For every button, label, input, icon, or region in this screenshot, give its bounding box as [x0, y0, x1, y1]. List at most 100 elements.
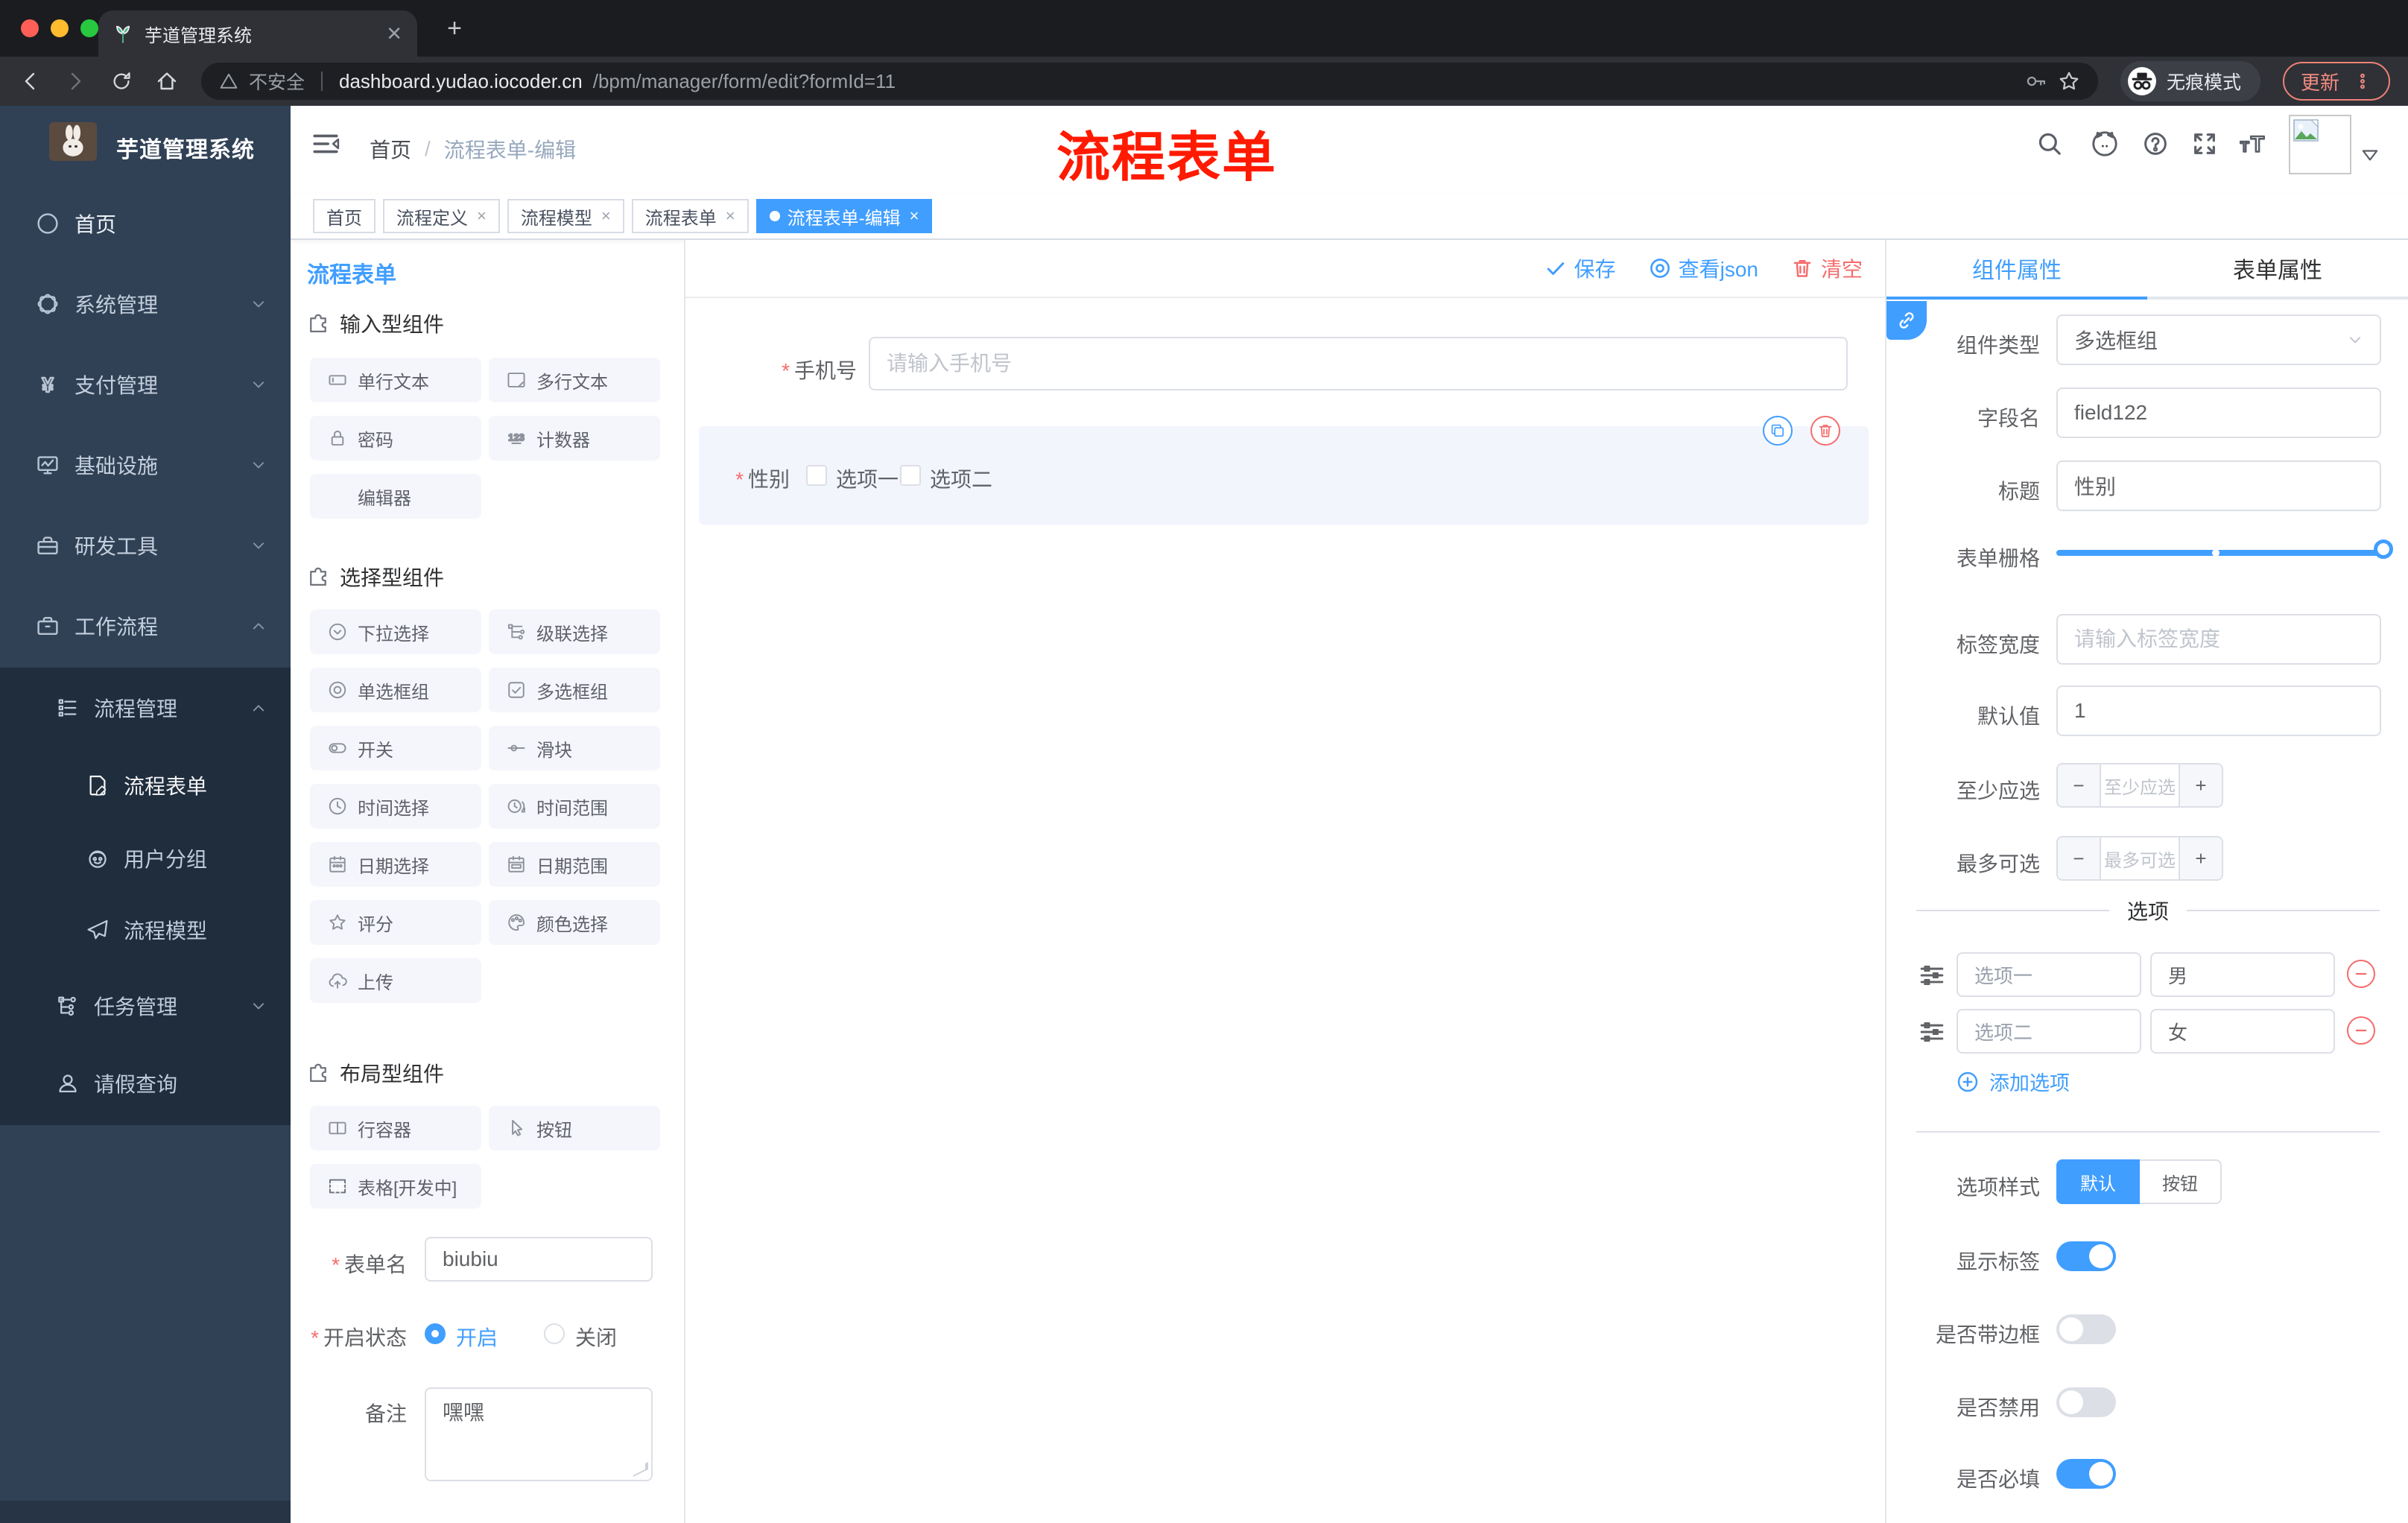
bookmark-star-icon[interactable] — [2058, 70, 2080, 92]
field-name-input[interactable] — [2056, 387, 2381, 438]
option1-value-input[interactable] — [2150, 952, 2335, 997]
sidebar-item-process-model[interactable]: 流程模型 — [0, 894, 291, 966]
sidebar-item-workflow[interactable]: 工作流程 — [0, 586, 291, 666]
tag-process-definition[interactable]: 流程定义 × — [383, 199, 500, 233]
sidebar-item-home[interactable]: 首页 — [0, 183, 291, 264]
address-bar[interactable]: 不安全 dashboard.yudao.iocoder.cn/bpm/manag… — [201, 63, 2098, 100]
browser-menu-dots-icon[interactable] — [2353, 72, 2372, 91]
palette-item-switch[interactable]: 开关 — [310, 726, 481, 770]
status-off-label[interactable]: 关闭 — [575, 1322, 617, 1352]
github-icon[interactable] — [2091, 130, 2119, 158]
help-icon[interactable] — [2143, 131, 2168, 156]
password-key-icon[interactable] — [2025, 70, 2047, 92]
back-icon[interactable] — [18, 69, 42, 93]
required-toggle[interactable] — [2056, 1459, 2116, 1489]
status-on-label[interactable]: 开启 — [456, 1322, 498, 1352]
sidebar-collapse-icon[interactable] — [311, 131, 340, 156]
browser-tab[interactable]: 芋道管理系统 ✕ — [98, 10, 417, 57]
palette-item-upload[interactable]: 上传 — [310, 958, 481, 1003]
window-controls[interactable] — [21, 19, 98, 37]
avatar-caret-icon[interactable] — [2362, 149, 2378, 161]
tag-close-icon[interactable]: × — [910, 206, 919, 226]
reload-icon[interactable] — [110, 70, 133, 92]
breadcrumb-home[interactable]: 首页 — [370, 134, 411, 164]
tab-form-props[interactable]: 表单属性 — [2147, 240, 2408, 297]
font-size-icon[interactable] — [2238, 131, 2268, 156]
forward-icon[interactable] — [64, 69, 88, 93]
maximize-window-button[interactable] — [80, 19, 98, 37]
remove-option1-button[interactable] — [2347, 960, 2375, 988]
option2-label-input[interactable] — [1956, 1009, 2141, 1054]
palette-item-cascader[interactable]: 级联选择 — [489, 609, 660, 654]
palette-item-date-range[interactable]: 日期范围 — [489, 842, 660, 887]
fullscreen-icon[interactable] — [2192, 131, 2217, 156]
sidebar-item-user-group[interactable]: 用户分组 — [0, 823, 291, 894]
palette-item-password[interactable]: 密码 — [310, 416, 481, 460]
home-icon[interactable] — [155, 69, 179, 93]
style-default-button[interactable]: 默认 — [2056, 1159, 2140, 1204]
drag-handle-icon[interactable] — [1919, 963, 1945, 988]
palette-item-button[interactable]: 按钮 — [489, 1106, 660, 1150]
tab-close-icon[interactable]: ✕ — [386, 22, 402, 45]
component-type-select[interactable]: 多选框组 — [2056, 314, 2381, 365]
clear-button[interactable]: 清空 — [1791, 253, 1863, 283]
gender-option1-label[interactable]: 选项一 — [836, 463, 899, 493]
style-button-button[interactable]: 按钮 — [2140, 1159, 2222, 1204]
palette-item-checkbox-group[interactable]: 多选框组 — [489, 668, 660, 712]
phone-field-input[interactable] — [869, 337, 1848, 390]
avatar[interactable] — [2289, 115, 2351, 174]
sidebar-item-process-form[interactable]: 流程表单 — [0, 750, 291, 821]
tag-process-form-edit[interactable]: 流程表单-编辑 × — [755, 199, 933, 233]
stepper-minus-button[interactable]: − — [2058, 838, 2100, 879]
sidebar-item-devtools[interactable]: 研发工具 — [0, 505, 291, 586]
form-remark-textarea[interactable]: 嘿嘿 — [425, 1387, 653, 1481]
minimize-window-button[interactable] — [51, 19, 69, 37]
gender-option2-checkbox[interactable] — [900, 465, 921, 486]
sidebar-item-task-manage[interactable]: 任务管理 — [0, 970, 291, 1042]
status-off-radio[interactable] — [544, 1323, 565, 1344]
sidebar-item-infra[interactable]: 基础设施 — [0, 425, 291, 505]
remove-option2-button[interactable] — [2347, 1016, 2375, 1045]
palette-item-textarea[interactable]: 多行文本 — [489, 358, 660, 402]
drag-handle-icon[interactable] — [1919, 1019, 1945, 1045]
palette-item-color-picker[interactable]: 颜色选择 — [489, 900, 660, 945]
delete-component-button[interactable] — [1810, 416, 1840, 446]
palette-item-text-input[interactable]: 单行文本 — [310, 358, 481, 402]
sidebar-item-system[interactable]: 系统管理 — [0, 264, 291, 344]
palette-item-table[interactable]: 表格[开发中] — [310, 1164, 481, 1209]
status-on-radio[interactable] — [425, 1323, 446, 1344]
tag-close-icon[interactable]: × — [726, 206, 735, 226]
palette-item-slider[interactable]: 滑块 — [489, 726, 660, 770]
option2-value-input[interactable] — [2150, 1009, 2335, 1054]
sidebar-item-leave-query[interactable]: 请假查询 — [0, 1048, 291, 1119]
palette-item-counter[interactable]: 计数器 — [489, 416, 660, 460]
save-button[interactable]: 保存 — [1544, 253, 1616, 283]
gender-option2-label[interactable]: 选项二 — [930, 463, 992, 493]
search-icon[interactable] — [2037, 131, 2062, 156]
tag-process-form[interactable]: 流程表单 × — [631, 199, 749, 233]
form-grid-slider[interactable] — [2056, 539, 2393, 559]
tag-close-icon[interactable]: × — [601, 206, 611, 226]
label-width-input[interactable] — [2056, 614, 2381, 665]
stepper-plus-button[interactable]: + — [2180, 764, 2222, 806]
palette-item-rate[interactable]: 评分 — [310, 900, 481, 945]
copy-component-button[interactable] — [1763, 416, 1793, 446]
palette-item-editor[interactable]: 编辑器 — [310, 474, 481, 519]
form-name-input[interactable] — [425, 1237, 653, 1282]
new-tab-button[interactable]: + — [438, 12, 471, 45]
option1-label-input[interactable] — [1956, 952, 2141, 997]
tag-process-model[interactable]: 流程模型 × — [507, 199, 624, 233]
browser-update-button[interactable]: 更新 — [2282, 62, 2390, 101]
stepper-plus-button[interactable]: + — [2180, 838, 2222, 879]
palette-item-date-picker[interactable]: 日期选择 — [310, 842, 481, 887]
view-json-button[interactable]: 查看json — [1649, 253, 1758, 283]
min-select-placeholder[interactable]: 至少应选 — [2100, 764, 2180, 806]
border-toggle[interactable] — [2056, 1314, 2116, 1344]
slider-handle[interactable] — [2374, 539, 2393, 559]
stepper-minus-button[interactable]: − — [2058, 764, 2100, 806]
add-option-button[interactable]: 添加选项 — [1956, 1067, 2070, 1096]
sidebar-item-process-manage[interactable]: 流程管理 — [0, 672, 291, 744]
default-value-input[interactable] — [2056, 685, 2381, 736]
max-select-placeholder[interactable]: 最多可选 — [2100, 838, 2180, 879]
title-input[interactable] — [2056, 460, 2381, 511]
